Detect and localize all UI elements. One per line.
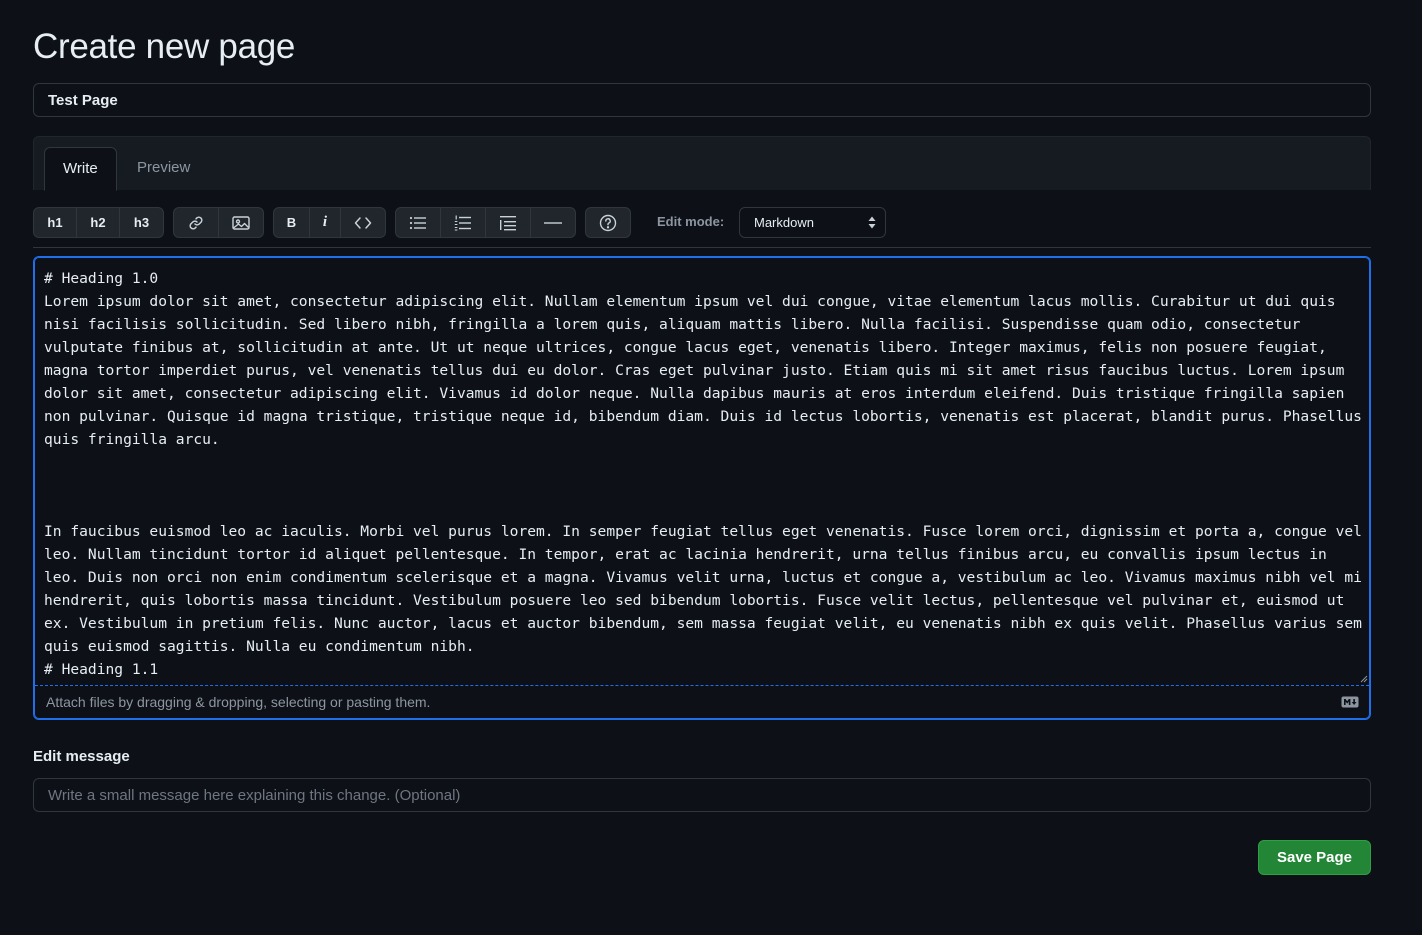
ordered-list-icon [454, 215, 471, 230]
unordered-list-icon [409, 216, 426, 229]
link-icon [189, 215, 203, 230]
italic-button[interactable]: i [310, 208, 341, 237]
horizontal-rule-button[interactable] [531, 208, 575, 237]
resize-handle-icon[interactable] [1360, 675, 1368, 683]
task-list-button[interactable] [486, 208, 531, 237]
attach-files-text: Attach files by dragging & dropping, sel… [46, 694, 431, 710]
attach-files-bar[interactable]: Attach files by dragging & dropping, sel… [35, 685, 1369, 718]
heading-button-group: h1 h2 h3 [33, 207, 164, 238]
h3-button[interactable]: h3 [120, 208, 163, 237]
markdown-editor: # Heading 1.0 Lorem ipsum dolor sit amet… [33, 256, 1371, 720]
edit-mode-select[interactable]: Markdown [739, 207, 886, 238]
page-title-input[interactable] [33, 83, 1371, 117]
h2-button[interactable]: h2 [77, 208, 120, 237]
bold-button[interactable]: B [274, 208, 310, 237]
markdown-toolbar: h1 h2 h3 B i Edit mode: Markdown [33, 207, 1371, 239]
ordered-list-button[interactable] [441, 208, 486, 237]
code-button[interactable] [341, 208, 385, 237]
save-page-button[interactable]: Save Page [1258, 840, 1371, 875]
list-button-group [395, 207, 576, 238]
h1-button[interactable]: h1 [34, 208, 77, 237]
tab-write[interactable]: Write [44, 147, 117, 191]
tab-preview[interactable]: Preview [119, 147, 208, 191]
edit-mode-value: Markdown [754, 215, 814, 230]
edit-message-input[interactable] [33, 778, 1371, 812]
page-title: Create new page [33, 27, 296, 66]
select-caret-icon [868, 216, 876, 229]
image-button[interactable] [219, 208, 263, 237]
help-button-group [585, 207, 631, 238]
markdown-icon[interactable] [1341, 696, 1359, 708]
insert-button-group [173, 207, 264, 238]
toolbar-divider [33, 247, 1371, 248]
edit-message-label: Edit message [33, 748, 130, 765]
task-list-icon [500, 215, 516, 230]
link-button[interactable] [174, 208, 219, 237]
editor-textarea[interactable]: # Heading 1.0 Lorem ipsum dolor sit amet… [44, 267, 1364, 685]
image-icon [232, 215, 250, 230]
edit-mode-label: Edit mode: [657, 214, 725, 229]
help-button[interactable] [586, 208, 630, 237]
code-icon [354, 216, 372, 229]
editor-tabs: Write Preview [33, 136, 1371, 191]
help-icon [599, 214, 617, 231]
unordered-list-button[interactable] [396, 208, 441, 237]
format-button-group: B i [273, 207, 386, 238]
horizontal-rule-icon [544, 221, 562, 224]
